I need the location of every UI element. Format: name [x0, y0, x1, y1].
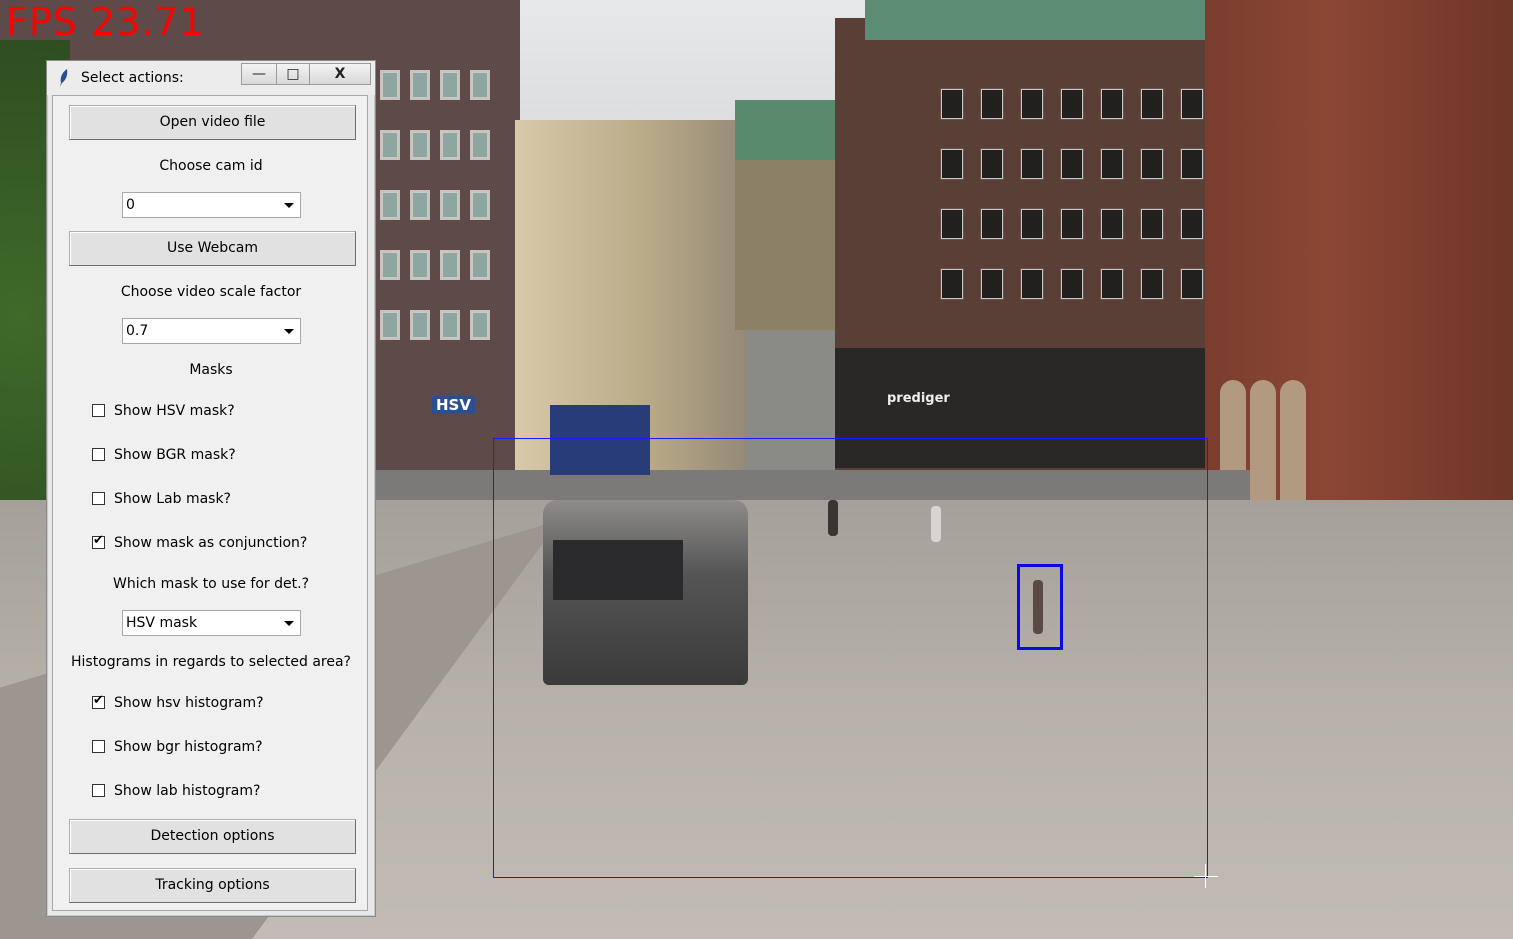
open-video-file-button[interactable]: Open video file [69, 105, 356, 140]
dropdown-arrow-icon[interactable] [284, 621, 294, 626]
which-mask-value: HSV mask [126, 615, 198, 631]
checkbox-box[interactable]: ✔ [92, 693, 105, 709]
which-mask-select[interactable]: HSV mask [122, 610, 301, 636]
checkbox-label: Show lab histogram? [114, 783, 261, 799]
scale-factor-label: Choose video scale factor [120, 284, 302, 300]
histograms-label: Histograms in regards to selected area? [71, 654, 351, 670]
check-mark-icon: ✔ [93, 693, 104, 708]
actions-panel: Open video file Choose cam id 0 Use Webc… [52, 95, 368, 911]
maximize-button[interactable]: □ [276, 63, 310, 85]
selected-area-rectangle [493, 438, 1208, 878]
scale-factor-select[interactable]: 0.7 [122, 318, 301, 344]
close-icon: X [334, 66, 346, 82]
window-title: Select actions: [81, 70, 184, 86]
checkbox-box[interactable] [92, 448, 105, 461]
checkbox-label: Show BGR mask? [114, 447, 236, 463]
checkbox-box[interactable] [92, 784, 105, 797]
checkbox-label: Show Lab mask? [114, 491, 231, 507]
dropdown-arrow-icon[interactable] [284, 203, 294, 208]
cam-id-value: 0 [126, 197, 135, 213]
checkbox-box[interactable]: ✔ [92, 533, 105, 549]
checkbox-box[interactable] [92, 740, 105, 753]
tracking-options-button[interactable]: Tracking options [69, 868, 356, 903]
crosshair-cursor-vertical [1205, 864, 1206, 888]
which-mask-label: Which mask to use for det.? [113, 576, 309, 592]
select-actions-window: Select actions: — □ X Open video file Ch… [46, 60, 376, 917]
detection-box [1017, 564, 1063, 650]
checkbox-label: Show mask as conjunction? [114, 535, 308, 551]
building-right: prediger [835, 0, 1255, 478]
minimize-button[interactable]: — [241, 63, 277, 85]
minimize-icon: — [252, 66, 266, 82]
hsv-sign: HSV [432, 396, 475, 414]
check-mark-icon: ✔ [93, 533, 104, 548]
fps-counter: FPS 23.71 [6, 0, 205, 44]
close-button[interactable]: X [309, 63, 371, 85]
use-webcam-button[interactable]: Use Webcam [69, 231, 356, 266]
window-titlebar[interactable]: Select actions: — □ X [47, 61, 375, 95]
scale-factor-value: 0.7 [126, 323, 149, 339]
checkbox-box[interactable] [92, 492, 105, 505]
checkbox-label: Show HSV mask? [114, 403, 235, 419]
checkbox-label: Show bgr histogram? [114, 739, 263, 755]
maximize-icon: □ [286, 66, 300, 82]
checkbox-box[interactable] [92, 404, 105, 417]
masks-label: Masks [189, 362, 233, 378]
cam-id-select[interactable]: 0 [122, 192, 301, 218]
detection-options-button[interactable]: Detection options [69, 819, 356, 854]
feather-icon [60, 69, 68, 87]
choose-cam-label: Choose cam id [159, 158, 263, 174]
dropdown-arrow-icon[interactable] [284, 329, 294, 334]
checkbox-label: Show hsv histogram? [114, 695, 264, 711]
crosshair-cursor [1194, 876, 1218, 877]
prediger-sign: prediger [887, 391, 950, 406]
